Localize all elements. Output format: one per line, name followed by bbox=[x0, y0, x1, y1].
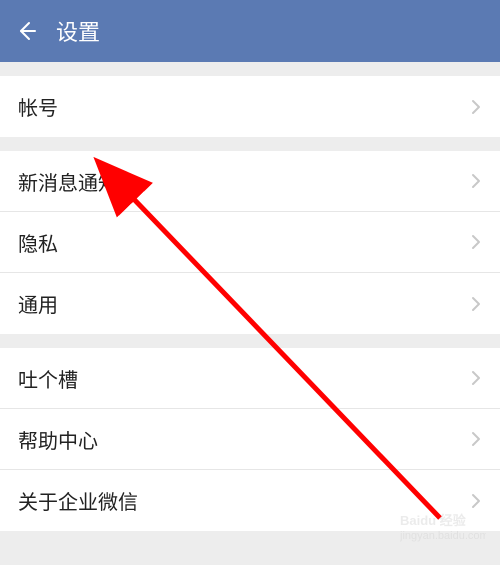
list-item-notifications[interactable]: 新消息通知 bbox=[0, 151, 500, 212]
list-group: 吐个槽帮助中心关于企业微信 bbox=[0, 348, 500, 531]
list-group: 帐号 bbox=[0, 76, 500, 137]
list-group: 新消息通知隐私通用 bbox=[0, 151, 500, 334]
settings-list: 帐号新消息通知隐私通用吐个槽帮助中心关于企业微信 bbox=[0, 62, 500, 531]
list-item-feedback[interactable]: 吐个槽 bbox=[0, 348, 500, 409]
list-item-help[interactable]: 帮助中心 bbox=[0, 409, 500, 470]
item-label: 帮助中心 bbox=[18, 425, 98, 454]
arrow-left-icon bbox=[14, 19, 38, 43]
chevron-right-icon bbox=[470, 495, 482, 507]
list-item-privacy[interactable]: 隐私 bbox=[0, 212, 500, 273]
svg-text:jingyan.baidu.com: jingyan.baidu.com bbox=[400, 530, 486, 542]
chevron-right-icon bbox=[470, 236, 482, 248]
item-label: 隐私 bbox=[18, 228, 58, 257]
back-button[interactable] bbox=[14, 19, 38, 43]
chevron-right-icon bbox=[470, 372, 482, 384]
chevron-right-icon bbox=[470, 298, 482, 310]
section-gap bbox=[0, 137, 500, 151]
item-label: 吐个槽 bbox=[18, 364, 78, 393]
chevron-right-icon bbox=[470, 175, 482, 187]
list-item-general[interactable]: 通用 bbox=[0, 273, 500, 334]
item-label: 通用 bbox=[18, 289, 58, 318]
chevron-right-icon bbox=[470, 101, 482, 113]
list-item-about[interactable]: 关于企业微信 bbox=[0, 470, 500, 531]
item-label: 帐号 bbox=[18, 92, 58, 121]
header-bar: 设置 bbox=[0, 0, 500, 62]
section-gap bbox=[0, 334, 500, 348]
page-title: 设置 bbox=[56, 15, 100, 47]
item-label: 新消息通知 bbox=[18, 167, 118, 196]
chevron-right-icon bbox=[470, 433, 482, 445]
list-item-account[interactable]: 帐号 bbox=[0, 76, 500, 137]
item-label: 关于企业微信 bbox=[18, 486, 138, 515]
section-gap bbox=[0, 62, 500, 76]
